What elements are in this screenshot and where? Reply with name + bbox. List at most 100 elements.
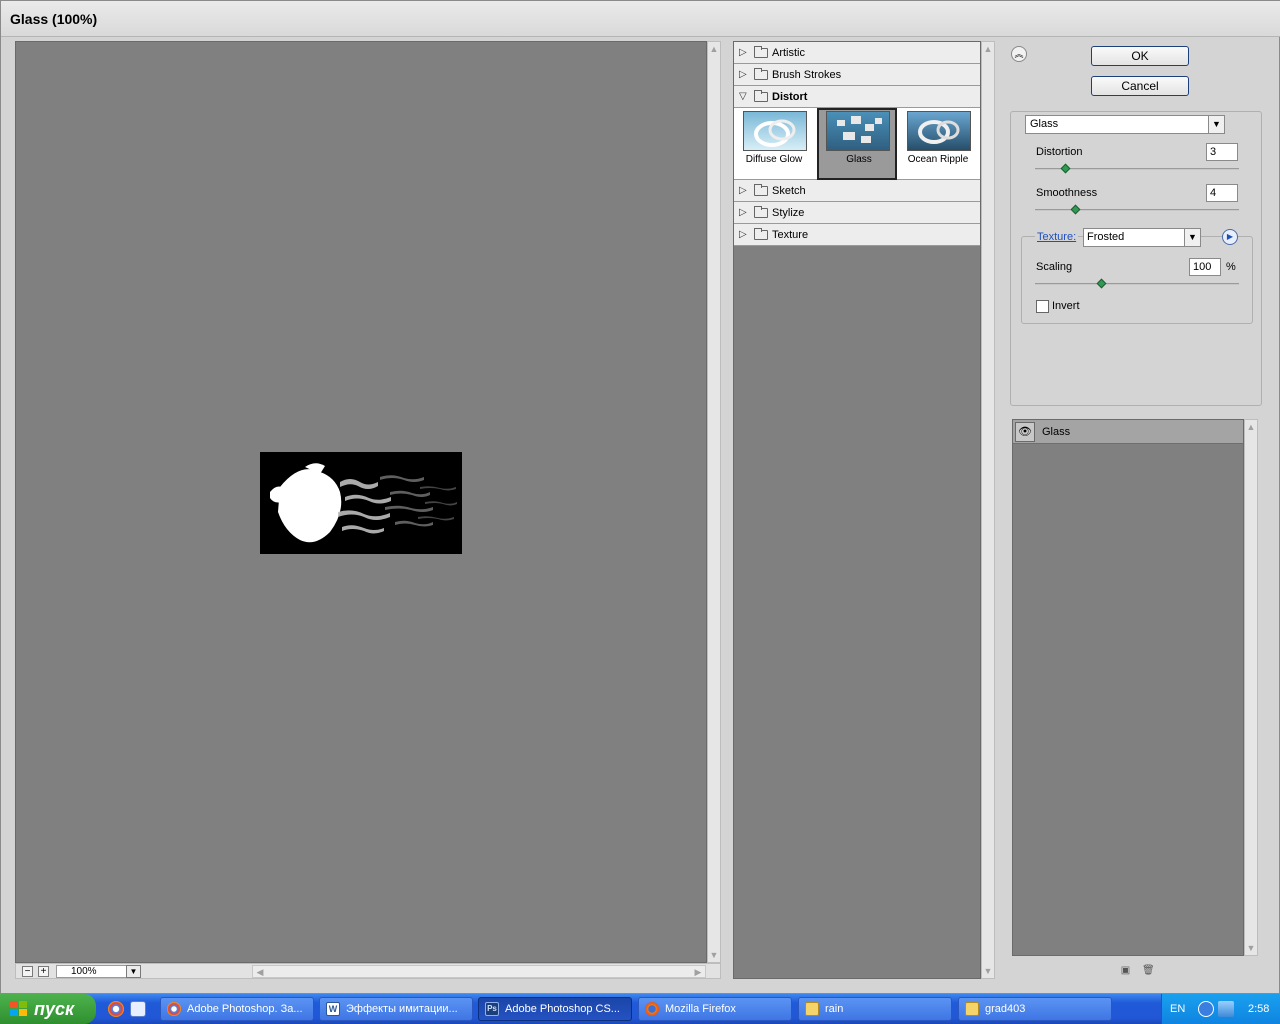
tray-collapse-icon[interactable] [1198,1001,1214,1017]
zoom-out-button[interactable]: − [22,966,33,977]
scroll-up-icon[interactable]: ▲ [1245,421,1257,433]
texture-menu-arrow-icon[interactable]: ▶ [1222,229,1238,245]
invert-checkbox[interactable] [1036,300,1049,313]
category-label: Distort [772,91,808,103]
folder-icon [805,1002,819,1016]
photoshop-icon: Ps [485,1002,499,1016]
open-folder-icon [754,90,768,102]
chevron-down-icon[interactable]: ▼ [1184,229,1200,246]
folder-icon [754,228,768,240]
preview-zoom-bar: − + 100% ▼ ◀ ▶ [15,963,721,979]
zoom-level-field[interactable]: 100% [56,965,128,978]
scroll-left-icon[interactable]: ◀ [254,966,266,978]
preview-horizontal-scrollbar[interactable]: ◀ ▶ [252,965,706,978]
chrome-quicklaunch-icon[interactable] [108,1001,124,1017]
cancel-button[interactable]: Cancel [1091,76,1189,96]
folder-icon [965,1002,979,1016]
category-label: Texture [772,229,809,241]
category-label: Sketch [772,185,806,197]
layers-vertical-scrollbar[interactable]: ▲ ▼ [1244,419,1258,956]
folder-icon [754,184,768,196]
category-label: Brush Strokes [772,69,842,81]
chevron-down-icon[interactable]: ▼ [126,965,141,978]
language-indicator[interactable]: EN [1170,1003,1185,1015]
category-sketch[interactable]: ▷ Sketch [734,180,980,202]
task-label: Adobe Photoshop CS... [505,1003,620,1015]
title-bar: Glass (100%) [1,1,1280,37]
filter-thumb-ocean-ripple[interactable]: Ocean Ripple [898,108,978,180]
effect-layers-list: 👁 Glass [1012,419,1244,956]
task-label: rain [825,1003,844,1015]
category-brush-strokes[interactable]: ▷ Brush Strokes [734,64,980,86]
filter-thumb-diffuse-glow[interactable]: Diffuse Glow [734,108,814,180]
scroll-down-icon[interactable]: ▼ [982,965,994,977]
chevron-down-icon[interactable]: ▼ [1208,116,1224,133]
texture-select-value: Frosted [1087,231,1125,243]
filter-select[interactable]: Glass ▼ [1025,115,1225,134]
filter-thumb-label: Glass [846,154,872,165]
task-button-firefox[interactable]: Mozilla Firefox [638,997,792,1021]
category-texture[interactable]: ▷ Texture [734,224,980,246]
folder-icon [754,68,768,80]
texture-select[interactable]: Frosted ▼ [1083,228,1201,247]
preview-image [260,452,462,554]
expand-triangle-icon[interactable]: ▷ [739,185,747,196]
expand-triangle-icon[interactable]: ▷ [739,47,747,58]
clock: 2:58 [1248,1003,1270,1015]
task-label: Эффекты имитации... [346,1003,458,1015]
task-button-photoshop-chrome[interactable]: Adobe Photoshop. За... [160,997,314,1021]
filter-thumb-label: Ocean Ripple [907,154,969,165]
preview-vertical-scrollbar[interactable]: ▲ ▼ [707,41,721,963]
scroll-down-icon[interactable]: ▼ [708,949,720,961]
start-button[interactable]: пуск [0,994,96,1024]
scaling-slider[interactable] [1035,283,1239,285]
ok-button[interactable]: OK [1091,46,1189,66]
invert-label: Invert [1052,300,1080,312]
filter-gallery-dialog: Glass (100%) ▲ ▼ − + 100% ▼ ◀ ▶ ▷ Artist… [0,0,1280,994]
show-desktop-icon[interactable] [130,1001,146,1017]
scroll-up-icon[interactable]: ▲ [982,43,994,55]
gallery-vertical-scrollbar[interactable]: ▲ ▼ [981,41,995,979]
distortion-field[interactable]: 3 [1206,143,1238,161]
distortion-label: Distortion [1036,146,1083,158]
filter-thumb-glass[interactable]: Glass [817,108,897,180]
distort-thumbnails: Diffuse Glow Glass Ocean Ripple [734,108,980,180]
ocean-ripple-thumbnail [907,111,971,151]
category-stylize[interactable]: ▷ Stylize [734,202,980,224]
collapse-triangle-icon[interactable]: ▽ [739,91,747,102]
firefox-icon [645,1002,659,1016]
start-label: пуск [34,999,75,1019]
category-distort[interactable]: ▽ Distort [734,86,980,108]
collapse-gallery-icon[interactable]: ︽ [1011,46,1027,62]
scaling-field[interactable]: 100 [1189,258,1221,276]
taskbar: пуск Adobe Photoshop. За... W Эффекты им… [0,994,1280,1024]
effect-layer-row[interactable]: 👁 Glass [1013,420,1243,444]
scroll-up-icon[interactable]: ▲ [708,43,720,55]
eye-visibility-icon[interactable]: 👁 [1015,422,1035,442]
texture-label: Texture: [1035,231,1079,243]
effect-layer-name: Glass [1042,426,1071,438]
scroll-right-icon[interactable]: ▶ [692,966,704,978]
task-button-photoshop[interactable]: Ps Adobe Photoshop CS... [478,997,632,1021]
delete-effect-layer-icon[interactable]: 🗑 [1142,965,1155,976]
smoothness-slider-knob[interactable] [1070,204,1081,215]
new-effect-layer-icon[interactable]: ▣ [1120,965,1131,976]
expand-triangle-icon[interactable]: ▷ [739,207,747,218]
category-artistic[interactable]: ▷ Artistic [734,42,980,64]
zoom-in-button[interactable]: + [38,966,49,977]
chrome-icon [167,1002,181,1016]
smoothness-field[interactable]: 4 [1206,184,1238,202]
task-button-folder-rain[interactable]: rain [798,997,952,1021]
task-label: Mozilla Firefox [665,1003,736,1015]
task-button-folder-grad403[interactable]: grad403 [958,997,1112,1021]
scroll-down-icon[interactable]: ▼ [1245,942,1257,954]
folder-icon [754,46,768,58]
network-icon[interactable] [1218,1001,1234,1017]
word-icon: W [326,1002,340,1016]
distortion-slider-knob[interactable] [1060,163,1071,174]
glass-thumbnail [826,111,890,151]
expand-triangle-icon[interactable]: ▷ [739,69,747,80]
expand-triangle-icon[interactable]: ▷ [739,229,747,240]
smoothness-slider[interactable] [1035,209,1239,211]
task-button-word[interactable]: W Эффекты имитации... [319,997,473,1021]
